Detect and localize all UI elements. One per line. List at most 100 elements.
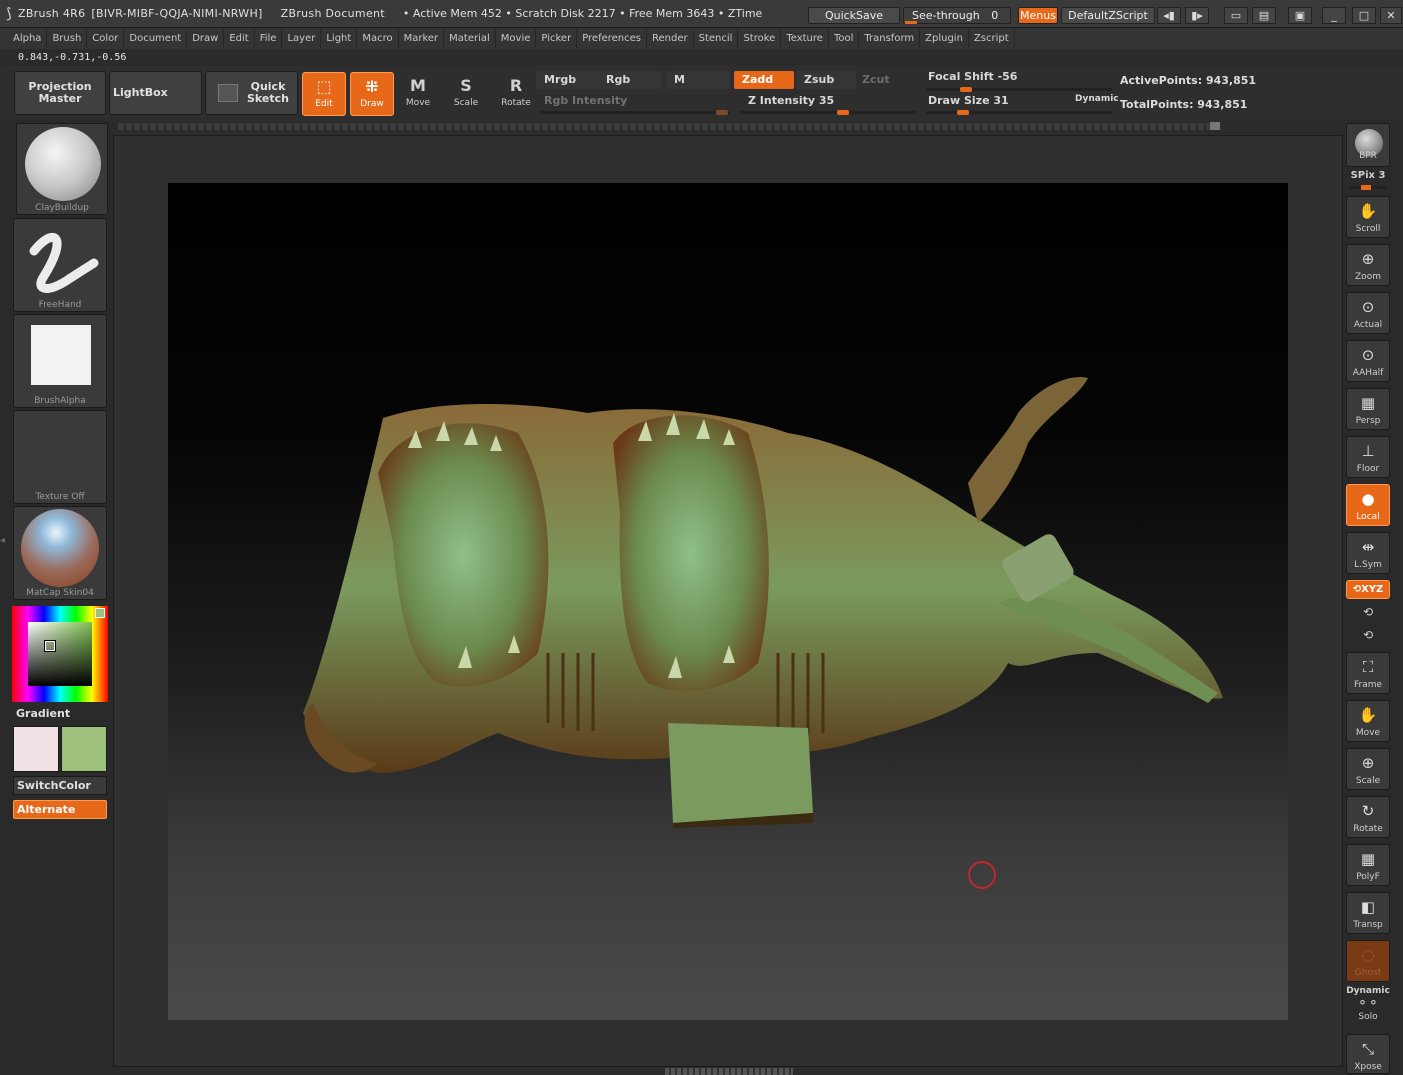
brush-selector[interactable]: ClayBuildup [16, 123, 108, 215]
floor-button[interactable]: ⊥ Floor [1346, 436, 1390, 478]
mrgb-toggle[interactable]: Mrgb [536, 71, 600, 89]
rotate-view-button[interactable]: ↻ Rotate [1346, 796, 1390, 838]
scale-view-button[interactable]: ⊕ Scale [1346, 748, 1390, 790]
menu-marker[interactable]: Marker [399, 29, 445, 48]
quicksave-button[interactable]: QuickSave [808, 7, 900, 24]
move-view-button[interactable]: ✋ Move [1346, 700, 1390, 742]
aahalf-button[interactable]: ⊙ AAHalf [1346, 340, 1390, 382]
menu-color[interactable]: Color [87, 29, 125, 48]
scroll-right-icon[interactable]: ▮▸ [1185, 7, 1209, 24]
menu-render[interactable]: Render [647, 29, 694, 48]
menu-file[interactable]: File [255, 29, 283, 48]
left-tray-toggle-icon[interactable]: ◂ [0, 535, 8, 565]
default-zscript-button[interactable]: DefaultZScript [1061, 7, 1155, 24]
see-through-knob[interactable] [905, 21, 917, 24]
z-axis-rotate-icon[interactable]: ⟲ [1346, 628, 1390, 642]
switch-color-button[interactable]: SwitchColor [13, 776, 107, 795]
focal-shift-slider[interactable] [926, 88, 1112, 91]
move-button[interactable]: M Move [396, 72, 440, 116]
zadd-toggle[interactable]: Zadd [734, 71, 794, 89]
alpha-selector[interactable]: BrushAlpha [13, 314, 107, 408]
scroll-button[interactable]: ✋ Scroll [1346, 196, 1390, 238]
menu-zplugin[interactable]: Zplugin [920, 29, 969, 48]
transp-button[interactable]: ◧ Transp [1346, 892, 1390, 934]
focal-shift-knob[interactable] [960, 87, 972, 92]
z-intensity-slider[interactable] [740, 111, 916, 114]
color-saturation-square[interactable] [28, 622, 92, 686]
zsub-toggle[interactable]: Zsub [796, 71, 856, 89]
shelf-scroll-handle[interactable] [1210, 122, 1220, 130]
texture-selector[interactable]: Texture Off [13, 410, 107, 504]
draw-size-slider[interactable] [926, 111, 1112, 114]
layout-alt-icon[interactable]: ▤ [1252, 7, 1276, 24]
scroll-left-icon[interactable]: ◂▮ [1157, 7, 1181, 24]
minimize-icon[interactable]: _ [1322, 7, 1346, 24]
color-picker[interactable] [12, 606, 108, 702]
scale-button[interactable]: S Scale [444, 72, 488, 116]
menu-tool[interactable]: Tool [829, 29, 860, 48]
projection-master-button[interactable]: Projection Master [14, 71, 106, 115]
menus-button[interactable]: Menus [1018, 7, 1058, 24]
menu-stencil[interactable]: Stencil [694, 29, 739, 48]
rotate-button[interactable]: R Rotate [494, 72, 538, 116]
local-button[interactable]: ● Local [1346, 484, 1390, 526]
menu-zscript[interactable]: Zscript [969, 29, 1015, 48]
gradient-label[interactable]: Gradient [16, 707, 70, 720]
z-intensity-knob[interactable] [837, 110, 849, 115]
menu-material[interactable]: Material [444, 29, 496, 48]
menu-alpha[interactable]: Alpha [8, 29, 48, 48]
menu-movie[interactable]: Movie [496, 29, 537, 48]
bottom-scroll-handle[interactable] [665, 1068, 793, 1075]
menu-edit[interactable]: Edit [224, 29, 255, 48]
y-axis-rotate-icon[interactable]: ⟲ [1346, 605, 1390, 619]
quick-sketch-button[interactable]: Quick Sketch [205, 71, 298, 115]
maximize-icon[interactable]: □ [1352, 7, 1376, 24]
actual-button[interactable]: ⊙ Actual [1346, 292, 1390, 334]
menu-preferences[interactable]: Preferences [577, 29, 648, 48]
menu-brush[interactable]: Brush [47, 29, 88, 48]
lock-icon[interactable]: ▣ [1288, 7, 1312, 24]
bpr-button[interactable]: BPR [1346, 123, 1390, 167]
lightbox-button[interactable]: LightBox [109, 71, 202, 115]
alternate-button[interactable]: Alternate [13, 800, 107, 819]
ghost-button[interactable]: ◌ Ghost [1346, 940, 1390, 982]
m-toggle[interactable]: M [666, 71, 730, 89]
document-canvas[interactable] [168, 183, 1288, 1020]
draw-size-knob[interactable] [957, 110, 969, 115]
shelf-scrollbar[interactable] [118, 123, 1220, 130]
lsym-button[interactable]: ⇹ L.Sym [1346, 532, 1390, 574]
stroke-selector[interactable]: FreeHand [13, 218, 107, 312]
menu-draw[interactable]: Draw [187, 29, 225, 48]
persp-button[interactable]: ▦ Persp [1346, 388, 1390, 430]
secondary-color-swatch[interactable] [13, 726, 59, 772]
main-color-swatch[interactable] [61, 726, 107, 772]
zoom-button[interactable]: ⊕ Zoom [1346, 244, 1390, 286]
menu-layer[interactable]: Layer [282, 29, 322, 48]
see-through-slider[interactable]: See-through 0 [903, 7, 1011, 24]
close-icon[interactable]: ✕ [1380, 7, 1402, 24]
polyf-button[interactable]: ▦ PolyF [1346, 844, 1390, 886]
menu-stroke[interactable]: Stroke [738, 29, 782, 48]
spix-knob[interactable] [1361, 185, 1371, 190]
sculpt-model[interactable] [168, 183, 1288, 1020]
draw-button[interactable]: ⁜ Draw [350, 72, 394, 116]
menu-transform[interactable]: Transform [859, 29, 921, 48]
material-selector[interactable]: MatCap Skin04 [13, 506, 107, 600]
rgb-intensity-knob[interactable] [716, 110, 728, 115]
rgb-intensity-slider[interactable] [540, 111, 730, 114]
menu-texture[interactable]: Texture [781, 29, 829, 48]
xyz-button[interactable]: ⟲XYZ [1346, 580, 1390, 599]
dynamic-toggle[interactable]: Dynamic [1075, 94, 1119, 104]
menu-macro[interactable]: Macro [357, 29, 399, 48]
edit-button[interactable]: ⬚ Edit [302, 72, 346, 116]
solo-button[interactable]: ⚬⚬ Solo [1346, 996, 1390, 1026]
frame-button[interactable]: ⛶ Frame [1346, 652, 1390, 694]
menu-picker[interactable]: Picker [536, 29, 578, 48]
menu-light[interactable]: Light [321, 29, 358, 48]
zcut-toggle[interactable]: Zcut [854, 71, 914, 89]
layout-icon[interactable]: ▭ [1224, 7, 1248, 24]
color-picker-handle[interactable] [44, 640, 56, 652]
rgb-toggle[interactable]: Rgb [598, 71, 662, 89]
menu-document[interactable]: Document [124, 29, 188, 48]
xpose-button[interactable]: ⤡ Xpose [1346, 1034, 1390, 1074]
